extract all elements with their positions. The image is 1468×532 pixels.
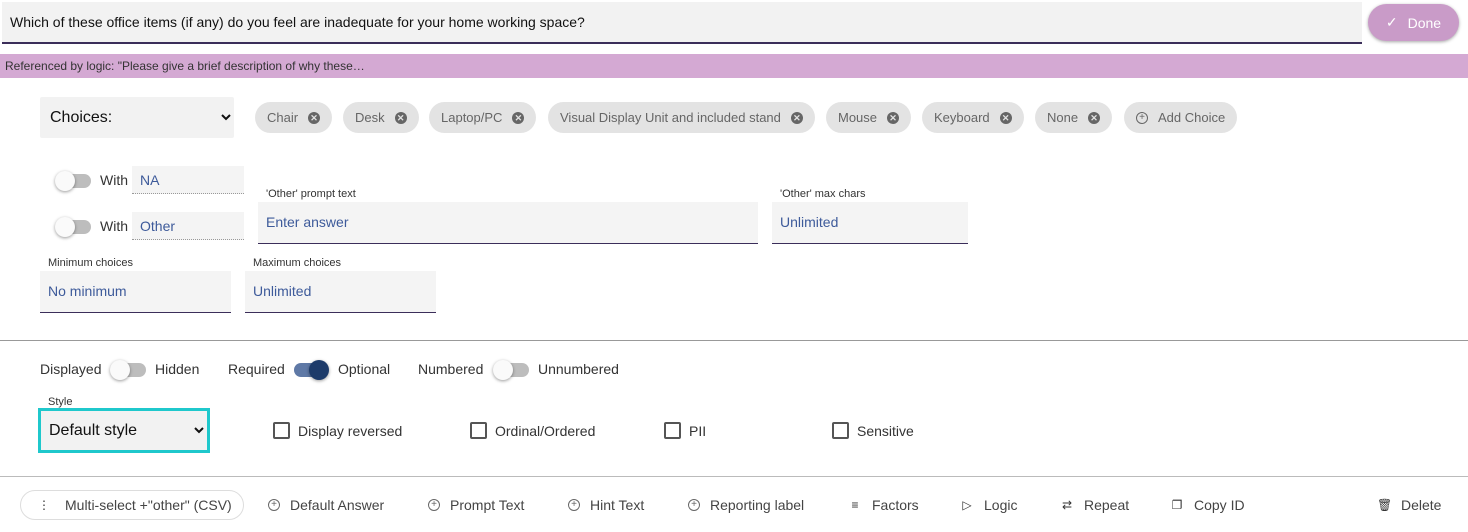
default-answer-button[interactable]: + Default Answer	[268, 490, 384, 520]
divider	[0, 340, 1468, 341]
remove-icon[interactable]: ✕	[394, 111, 407, 124]
done-label: Done	[1407, 14, 1442, 31]
choice-chip[interactable]: Keyboard ✕	[922, 102, 1024, 133]
checkbox-box[interactable]	[664, 422, 681, 439]
add-choice-label: Add Choice	[1158, 110, 1226, 125]
choice-label: Visual Display Unit and included stand	[560, 110, 781, 125]
other-max-chars-input[interactable]: Unlimited	[772, 202, 968, 244]
other-prompt-label: 'Other' prompt text	[266, 188, 356, 200]
max-choices-label: Maximum choices	[253, 257, 342, 269]
with-other-toggle[interactable]	[55, 216, 91, 237]
question-type-button[interactable]: ⋮ Multi-select +"other" (CSV)	[20, 490, 244, 520]
copy-id-button[interactable]: ❐ Copy ID	[1170, 490, 1245, 520]
style-select[interactable]: Default style	[38, 408, 210, 453]
checkbox-box[interactable]	[832, 422, 849, 439]
divider	[0, 476, 1468, 477]
question-text-input[interactable]	[2, 2, 1362, 44]
check-icon: ✓	[1385, 14, 1398, 30]
reporting-label-button[interactable]: + Reporting label	[688, 490, 804, 520]
display-reversed-label: Display reversed	[298, 422, 403, 439]
choice-chip[interactable]: Chair ✕	[255, 102, 333, 133]
choice-chip[interactable]: Laptop/PC ✕	[429, 102, 537, 133]
numbered-toggle[interactable]	[493, 359, 529, 380]
prompt-text-label: Prompt Text	[450, 497, 525, 513]
choice-chip[interactable]: None ✕	[1035, 102, 1113, 133]
optional-label: Optional	[338, 361, 391, 377]
choice-label: Laptop/PC	[441, 110, 503, 125]
factors-button[interactable]: ≡ Factors	[848, 490, 919, 520]
hint-text-button[interactable]: + Hint Text	[568, 490, 644, 520]
choice-label: Mouse	[838, 110, 878, 125]
choice-label: Chair	[267, 110, 299, 125]
trash-icon: 🗑	[1377, 498, 1393, 512]
copy-id-label: Copy ID	[1194, 497, 1245, 513]
logic-button[interactable]: ▷ Logic	[960, 490, 1017, 520]
with-na-toggle[interactable]	[55, 170, 91, 191]
delete-label: Delete	[1401, 497, 1442, 513]
pii-checkbox[interactable]: PII	[664, 422, 706, 439]
remove-icon[interactable]: ✕	[887, 111, 900, 124]
checkbox-box[interactable]	[273, 422, 290, 439]
remove-icon[interactable]: ✕	[999, 111, 1012, 124]
choice-label: None	[1047, 110, 1079, 125]
list-icon: ≡	[851, 498, 859, 512]
more-vert-icon: ⋮	[38, 498, 50, 512]
prompt-text-button[interactable]: + Prompt Text	[428, 490, 524, 520]
factors-label: Factors	[872, 497, 919, 513]
repeat-button[interactable]: ⇄ Repeat	[1060, 490, 1129, 520]
choices-type-select[interactable]: Choices:	[40, 97, 234, 138]
pii-label: PII	[689, 422, 707, 439]
max-choices-input[interactable]: Unlimited	[245, 271, 436, 313]
plus-circle-icon: +	[688, 499, 700, 511]
with-other-label: With	[100, 218, 128, 234]
other-prompt-input[interactable]: Enter answer	[258, 202, 758, 244]
hint-text-label: Hint Text	[590, 497, 645, 513]
with-na-label: With	[100, 172, 128, 188]
na-text-field[interactable]: NA	[132, 166, 244, 194]
logic-reference-banner[interactable]: Referenced by logic: "Please give a brie…	[0, 54, 1468, 78]
ordinal-checkbox[interactable]: Ordinal/Ordered	[470, 422, 595, 439]
min-choices-label: Minimum choices	[48, 257, 133, 269]
logic-label: Logic	[984, 497, 1018, 513]
choice-label: Keyboard	[934, 110, 990, 125]
default-answer-label: Default Answer	[290, 497, 385, 513]
repeat-label: Repeat	[1084, 497, 1130, 513]
style-label: Style	[48, 396, 73, 408]
unnumbered-label: Unnumbered	[538, 361, 619, 377]
choice-chip[interactable]: Desk ✕	[343, 102, 419, 133]
logic-icon: ▷	[962, 498, 972, 512]
delete-button[interactable]: 🗑 Delete	[1377, 490, 1441, 520]
ordinal-label: Ordinal/Ordered	[495, 422, 596, 439]
other-max-chars-label: 'Other' max chars	[780, 188, 866, 200]
remove-icon[interactable]: ✕	[790, 111, 803, 124]
numbered-label: Numbered	[418, 361, 484, 377]
repeat-icon: ⇄	[1061, 498, 1073, 512]
copy-icon: ❐	[1171, 498, 1183, 512]
other-text-field[interactable]: Other	[132, 212, 244, 240]
reporting-label-label: Reporting label	[710, 497, 805, 513]
choice-chip[interactable]: Mouse ✕	[826, 102, 912, 133]
choice-chip[interactable]: Visual Display Unit and included stand ✕	[548, 102, 815, 133]
sensitive-label: Sensitive	[857, 422, 914, 439]
required-label: Required	[228, 361, 285, 377]
hidden-label: Hidden	[155, 361, 200, 377]
done-button[interactable]: ✓ Done	[1368, 4, 1459, 41]
displayed-label: Displayed	[40, 361, 102, 377]
checkbox-box[interactable]	[470, 422, 487, 439]
question-type-label: Multi-select +"other" (CSV)	[65, 497, 232, 513]
remove-icon[interactable]: ✕	[1088, 111, 1101, 124]
plus-circle-icon: +	[428, 499, 440, 511]
remove-icon[interactable]: ✕	[308, 111, 321, 124]
min-choices-input[interactable]: No minimum	[40, 271, 231, 313]
choice-label: Desk	[355, 110, 385, 125]
plus-circle-icon: +	[1136, 111, 1148, 124]
sensitive-checkbox[interactable]: Sensitive	[832, 422, 914, 439]
plus-circle-icon: +	[268, 499, 280, 511]
visibility-toggle[interactable]	[110, 359, 146, 380]
remove-icon[interactable]: ✕	[512, 111, 525, 124]
add-choice-button[interactable]: + Add Choice	[1124, 102, 1238, 133]
display-reversed-checkbox[interactable]: Display reversed	[273, 422, 402, 439]
required-toggle[interactable]	[292, 359, 329, 380]
plus-circle-icon: +	[568, 499, 580, 511]
